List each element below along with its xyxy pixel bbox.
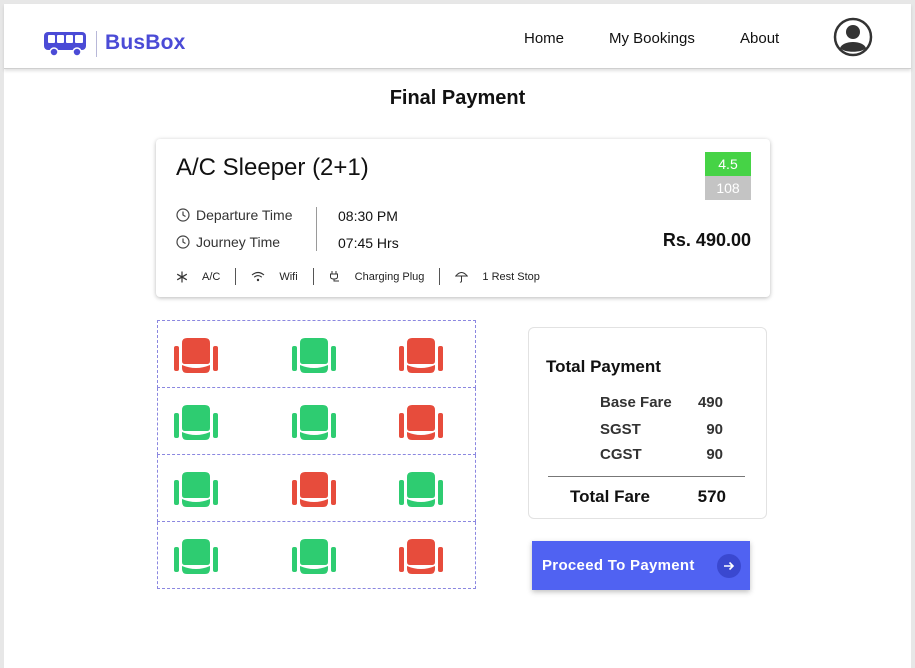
umbrella-icon (455, 272, 469, 283)
seat-row (157, 522, 476, 589)
nav-my-bookings[interactable]: My Bookings (609, 30, 695, 47)
seat-booked-icon (292, 472, 336, 507)
amenity-label: 1 Rest Stop (482, 270, 540, 283)
seat-available-icon[interactable] (398, 471, 444, 509)
logo-divider (96, 31, 97, 57)
rating-badge: 4.5 108 (705, 152, 751, 200)
seat-booked-icon (174, 338, 218, 373)
base-fare-label: Base Fare (600, 394, 672, 411)
bus-type: A/C Sleeper (2+1) (176, 154, 369, 181)
bus-details-card: A/C Sleeper (2+1) 4.5 108 Departure Time… (156, 139, 770, 297)
total-fare-label: Total Fare (570, 487, 650, 506)
summary-divider (548, 476, 745, 477)
amenity-label: Charging Plug (354, 270, 425, 283)
rating-value: 4.5 (705, 152, 751, 176)
seat-available-icon[interactable] (291, 538, 337, 576)
sgst-label: SGST (600, 421, 641, 438)
seat-row (157, 320, 476, 388)
departure-label: Departure Time (196, 207, 293, 223)
amenity-charging: Charging Plug (329, 270, 425, 283)
seat-booked-icon (399, 338, 443, 373)
seat-available-icon[interactable] (291, 404, 337, 442)
nav-about[interactable]: About (740, 30, 779, 47)
summary-title: Total Payment (546, 357, 661, 376)
seat-available-icon[interactable] (173, 538, 219, 576)
sgst-value: 90 (706, 421, 723, 438)
amenity-divider (439, 268, 441, 285)
seat-row (157, 455, 476, 522)
seat-available-icon[interactable] (173, 471, 219, 509)
arrow-right-icon (717, 554, 741, 578)
amenity-divider (235, 268, 237, 285)
payment-summary: Total Payment Base Fare 490 SGST 90 CGST… (528, 327, 767, 519)
amenity-wifi: Wifi (251, 270, 298, 283)
amenity-ac: A/C (176, 271, 220, 283)
bus-icon (44, 32, 86, 57)
clock-icon (176, 235, 190, 249)
seat-available-icon[interactable] (173, 404, 219, 442)
wifi-icon (251, 271, 265, 282)
journey-value: 07:45 Hrs (338, 235, 399, 251)
amenities-list: A/C Wifi Charging Plug 1 Rest Stop (176, 268, 540, 285)
amenity-label: Wifi (279, 270, 298, 283)
base-fare-value: 490 (697, 394, 723, 411)
departure-row: Departure Time (176, 207, 292, 223)
seat-row (157, 388, 476, 455)
amenity-divider (312, 268, 314, 285)
journey-label: Journey Time (196, 234, 281, 250)
amenity-rest-stop: 1 Rest Stop (455, 270, 540, 283)
clock-icon (176, 208, 190, 222)
review-count: 108 (705, 176, 751, 200)
proceed-to-payment-button[interactable]: Proceed To Payment (532, 541, 750, 590)
brand-name[interactable]: BusBox (105, 31, 186, 55)
amenity-label: A/C (202, 270, 221, 283)
journey-row: Journey Time (176, 234, 280, 250)
cgst-value: 90 (706, 446, 723, 463)
plug-icon (329, 271, 339, 282)
time-divider (316, 207, 317, 251)
proceed-button-label: Proceed To Payment (542, 557, 695, 574)
seat-booked-icon (399, 539, 443, 574)
cgst-label: CGST (600, 446, 642, 463)
top-navbar: BusBox Home My Bookings About (4, 4, 911, 69)
page-title: Final Payment (389, 87, 526, 109)
seat-available-icon[interactable] (291, 337, 337, 375)
snowflake-icon (176, 271, 188, 282)
total-fare-value: 570 (697, 487, 726, 506)
nav-home[interactable]: Home (524, 30, 564, 47)
ticket-price: Rs. 490.00 (662, 230, 751, 250)
user-avatar-icon[interactable] (833, 17, 873, 57)
seat-map (157, 320, 476, 589)
departure-value: 08:30 PM (338, 208, 398, 224)
seat-booked-icon (399, 405, 443, 440)
